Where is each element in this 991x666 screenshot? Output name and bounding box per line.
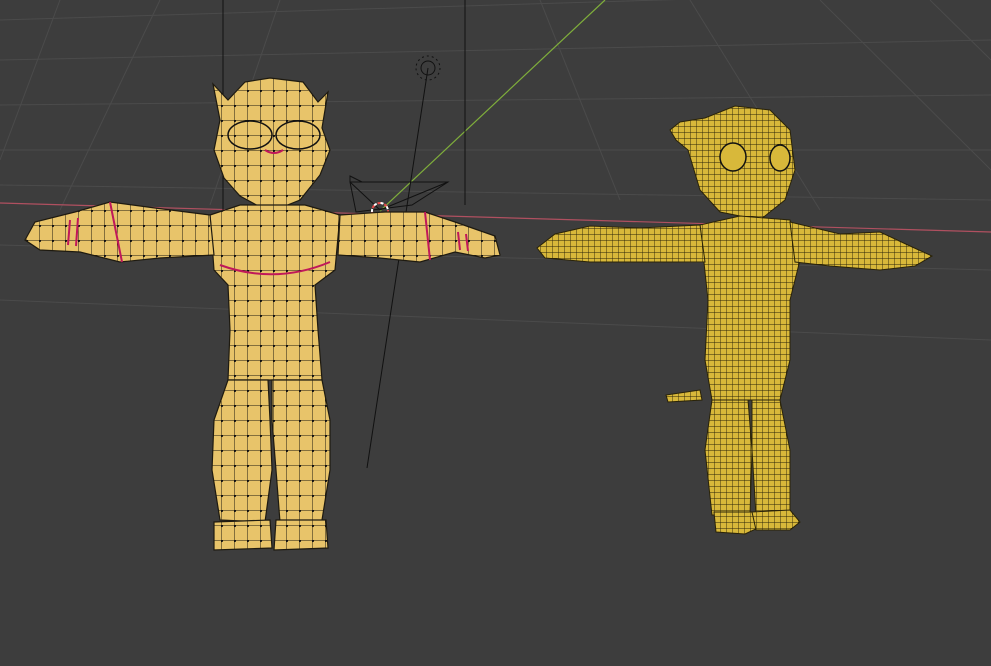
left-leg-right <box>271 379 331 523</box>
left-arm-right <box>337 211 501 263</box>
floor-grid <box>0 0 991 341</box>
right-leg-left <box>704 399 753 516</box>
subdivided-character-mesh[interactable] <box>536 105 934 535</box>
left-foot-right <box>273 519 329 551</box>
left-torso <box>209 204 341 381</box>
right-foot-right <box>751 509 801 531</box>
3d-viewport[interactable] <box>0 0 991 666</box>
light-object[interactable] <box>366 55 441 469</box>
right-leg-right <box>751 399 791 516</box>
left-foot-left <box>213 519 273 551</box>
low-poly-character-mesh[interactable] <box>24 77 501 551</box>
y-axis-line <box>379 0 606 212</box>
right-torso <box>699 215 801 401</box>
right-arm-left <box>536 224 706 263</box>
right-foot-left <box>713 511 759 535</box>
left-leg-left <box>211 379 273 523</box>
right-tail <box>665 389 703 403</box>
